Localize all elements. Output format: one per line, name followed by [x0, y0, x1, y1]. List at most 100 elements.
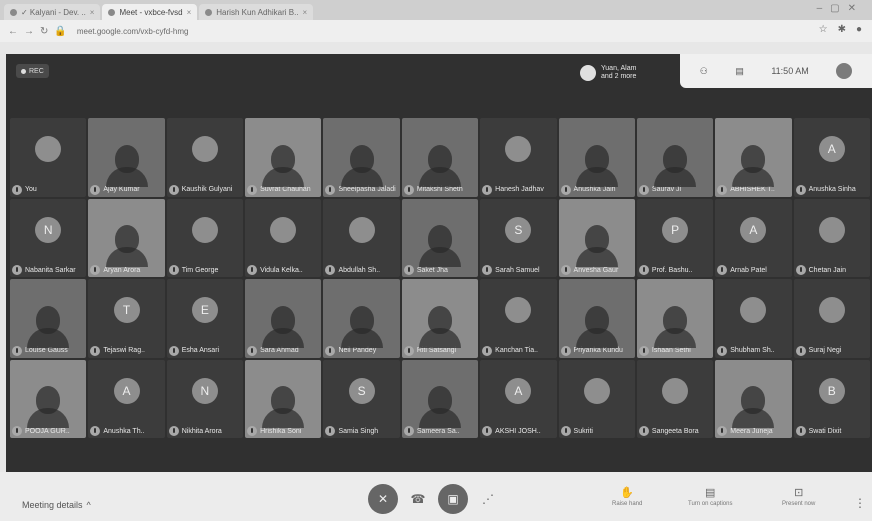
people-icon[interactable]: ⚇	[700, 66, 708, 77]
browser-tab[interactable]: Harish Kun Adhikari B.. ×	[199, 4, 314, 20]
participant-tile[interactable]: Hrishika Soni	[245, 359, 322, 438]
participant-tile[interactable]: Sameera Sa..	[401, 359, 479, 438]
participant-tile[interactable]: Aryan Arora	[88, 198, 165, 277]
mic-off-button[interactable]: ✕	[368, 484, 398, 514]
participant-tile[interactable]: You	[10, 118, 87, 197]
close-tab-icon[interactable]: ×	[303, 8, 308, 17]
profile-icon[interactable]: ●	[856, 24, 862, 35]
raise-hand-button[interactable]: ✋ Raise hand	[612, 486, 642, 507]
participant-tile[interactable]: POOJA GUR..	[10, 359, 87, 438]
participant-name-bar: Riti Satsangi	[403, 345, 476, 356]
participant-tile[interactable]: Kanchan Tia..	[480, 279, 557, 358]
more-vert-icon[interactable]: ⋮	[854, 496, 866, 510]
user-avatar[interactable]	[836, 63, 853, 79]
more-icon: ⋰	[482, 492, 494, 506]
participant-tile[interactable]: P Prof. Bashu..	[636, 198, 714, 277]
mic-muted-icon	[560, 265, 571, 275]
participant-name-bar: Priyanka Kundu	[560, 345, 633, 356]
participant-tile[interactable]: B Swati Dixit	[793, 359, 870, 438]
participant-name-bar: Anushka Sinha	[795, 184, 868, 195]
participant-tile[interactable]: Abdullah Sh..	[323, 198, 400, 277]
participant-tile[interactable]: Sara Ahmad	[245, 279, 322, 358]
captions-label: Turn on captions	[688, 501, 733, 507]
meeting-top-bar: ⚇ ▤ 11:50 AM	[680, 54, 872, 88]
mic-muted-icon	[325, 265, 336, 275]
back-arrow-icon[interactable]: ←	[8, 26, 18, 37]
end-call-button[interactable]: ☎	[408, 484, 428, 514]
camera-off-button[interactable]: ▣	[438, 484, 468, 514]
participant-name: Suvrat Chauhan	[260, 186, 311, 193]
participant-tile[interactable]: Vidula Kelka..	[245, 198, 322, 277]
participant-name-bar: Sara Ahmad	[247, 345, 319, 356]
participant-tile[interactable]: Shubham Sh..	[715, 279, 792, 358]
participant-tile[interactable]: N Nikhita Arora	[166, 359, 244, 438]
participant-avatar	[270, 216, 297, 243]
participant-tile[interactable]: Anvesha Gaur	[558, 198, 635, 277]
raise-hand-label: Raise hand	[612, 501, 643, 507]
more-options-button[interactable]: ⋰	[478, 484, 498, 514]
participant-tile[interactable]: Louise Gauss	[10, 279, 87, 358]
participant-tile[interactable]: E Esha Ansari	[166, 279, 244, 358]
url-field[interactable]: meet.google.com/vxb-cyfd-hmg	[77, 27, 189, 36]
participant-tile[interactable]: Hanesh Jadhav	[480, 118, 557, 197]
participant-name: Shubham Sh..	[730, 347, 775, 354]
participant-name-bar: Anushka Jain	[560, 184, 633, 195]
participant-tile[interactable]: Meera Juneja	[715, 359, 792, 438]
presenter-info[interactable]: Yuan, Alam and 2 more	[580, 58, 680, 88]
record-dot-icon	[21, 68, 26, 74]
participant-tile[interactable]: ABHISHEK T..	[715, 118, 792, 197]
participant-tile[interactable]: Anushka Jain	[558, 118, 635, 197]
captions-button[interactable]: ▤ Turn on captions	[688, 486, 732, 507]
participant-tile[interactable]: Neil Pandey	[323, 279, 400, 358]
participant-name: Prof. Bashu..	[651, 266, 693, 274]
window-controls[interactable]: –▢✕	[817, 3, 864, 14]
present-icon: ⊡	[794, 487, 804, 499]
participant-tile[interactable]: Kaushik Gulyani	[166, 118, 244, 197]
participant-name: Hrishika Soni	[260, 427, 302, 435]
participant-tile[interactable]: Ishaan Sethi	[636, 279, 714, 358]
participant-tile[interactable]: Saket Jha	[401, 198, 479, 277]
participant-tile[interactable]: T Tejaswi Rag..	[88, 279, 165, 358]
browser-tab-active[interactable]: Meet - vxbce-fvsd ×	[102, 4, 198, 20]
participant-avatar	[35, 136, 62, 163]
participant-avatar: B	[818, 377, 845, 404]
present-now-button[interactable]: ⊡ Present now	[782, 486, 815, 507]
participant-tile[interactable]: Tim George	[166, 198, 244, 277]
meeting-details-button[interactable]: Meeting details ^	[22, 500, 91, 510]
participant-name-bar: Shubham Sh..	[717, 345, 789, 356]
participant-tile[interactable]: A AKSHI JOSH..	[480, 359, 557, 438]
participant-tile[interactable]: Sangeeta Bora	[636, 359, 714, 438]
participant-tile[interactable]: Mitakshi Sheth	[401, 118, 479, 197]
close-tab-icon[interactable]: ×	[90, 8, 95, 17]
chat-icon[interactable]: ▤	[735, 66, 744, 77]
participant-name: Nabanita Sarkar	[25, 266, 76, 274]
mic-muted-icon	[168, 426, 179, 436]
participant-tile[interactable]: Chetan Jain	[793, 198, 870, 277]
browser-tab[interactable]: ✓ Kalyani - Dev. .. ×	[4, 4, 101, 20]
reload-icon[interactable]: ↻	[40, 26, 48, 37]
participant-tile[interactable]: Sukriti	[558, 359, 635, 438]
participant-name-bar: Meera Juneja	[717, 426, 789, 436]
extension-icon[interactable]: ✱	[838, 24, 846, 35]
participant-tile[interactable]: Ajay Kumar	[88, 118, 165, 197]
mic-muted-icon	[717, 345, 728, 356]
participant-tile[interactable]: S Sarah Samuel	[480, 198, 557, 277]
participant-tile[interactable]: Saurav Ji	[636, 118, 714, 197]
participant-tile[interactable]: Priyanka Kundu	[558, 279, 635, 358]
participant-tile[interactable]: S Samia Singh	[323, 359, 400, 438]
participant-tile[interactable]: Suraj Negi	[793, 279, 870, 358]
participant-tile[interactable]: N Nabanita Sarkar	[10, 198, 87, 277]
participant-tile[interactable]: Riti Satsangi	[401, 279, 479, 358]
star-icon[interactable]: ☆	[819, 24, 828, 35]
lock-icon: 🔒	[54, 25, 67, 37]
mic-muted-icon	[638, 345, 649, 356]
close-tab-icon[interactable]: ×	[187, 8, 192, 17]
participant-tile[interactable]: A Anushka Th..	[88, 359, 165, 438]
participant-tile[interactable]: Suvrat Chauhan	[245, 118, 322, 197]
participant-tile[interactable]: A Anushka Sinha	[793, 118, 870, 197]
participant-name: Riti Satsangi	[416, 347, 457, 354]
forward-arrow-icon[interactable]: →	[24, 26, 34, 37]
participant-tile[interactable]: A Arnab Patel	[715, 198, 792, 277]
participant-tile[interactable]: Sheelpasha Jaladi	[323, 118, 400, 197]
participant-name: AKSHI JOSH..	[495, 427, 541, 435]
